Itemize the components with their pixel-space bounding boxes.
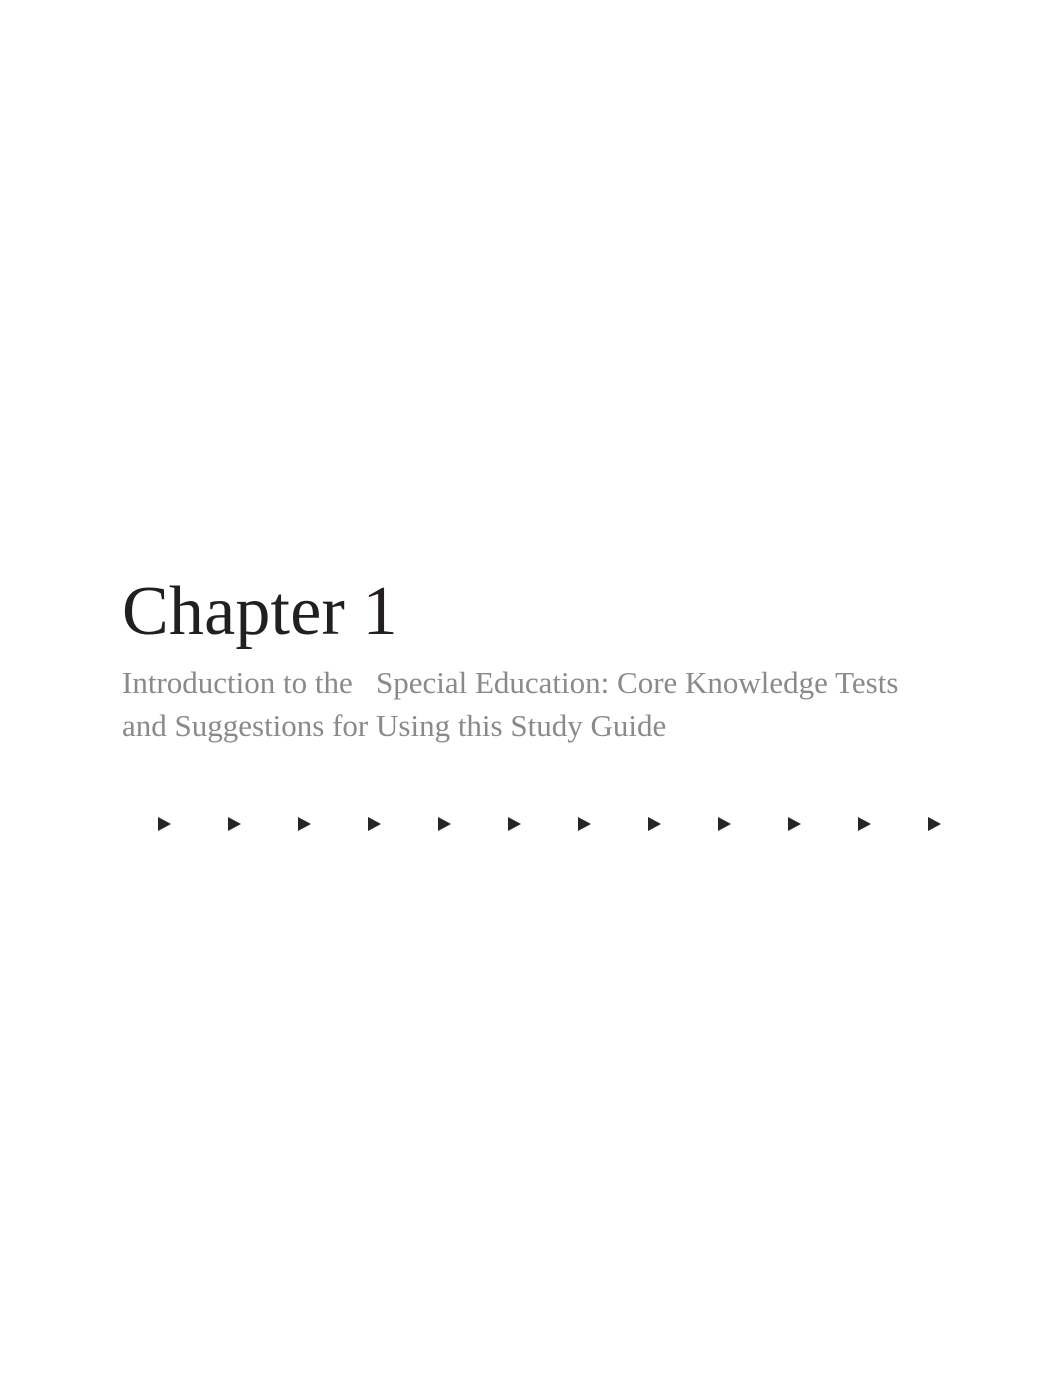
triangle-right-icon [368,817,381,831]
bullet-cell [928,812,998,836]
triangle-right-icon [788,817,801,831]
triangle-right-icon [928,817,941,831]
bullet-cell [298,812,368,836]
bullet-cell [368,812,438,836]
decorative-bullet-row [158,812,998,836]
triangle-right-icon [718,817,731,831]
triangle-right-icon [578,817,591,831]
triangle-right-icon [298,817,311,831]
triangle-right-icon [648,817,661,831]
bullet-cell [578,812,648,836]
triangle-right-icon [508,817,521,831]
triangle-right-icon [158,817,171,831]
bullet-cell [648,812,718,836]
bullet-cell [858,812,928,836]
document-page: Chapter 1 Introduction to the Special Ed… [0,0,1062,1376]
bullet-cell [508,812,578,836]
triangle-right-icon [858,817,871,831]
bullet-cell [158,812,228,836]
bullet-cell [788,812,858,836]
page-title: Chapter 1 [122,573,398,650]
chapter-subtitle: Introduction to the Special Education: C… [122,665,907,743]
bullet-cell [438,812,508,836]
bullet-cell [718,812,788,836]
triangle-right-icon [228,817,241,831]
bullet-cell [228,812,298,836]
chapter-heading-block: Chapter 1 Introduction to the Special Ed… [122,575,942,747]
triangle-right-icon [438,817,451,831]
